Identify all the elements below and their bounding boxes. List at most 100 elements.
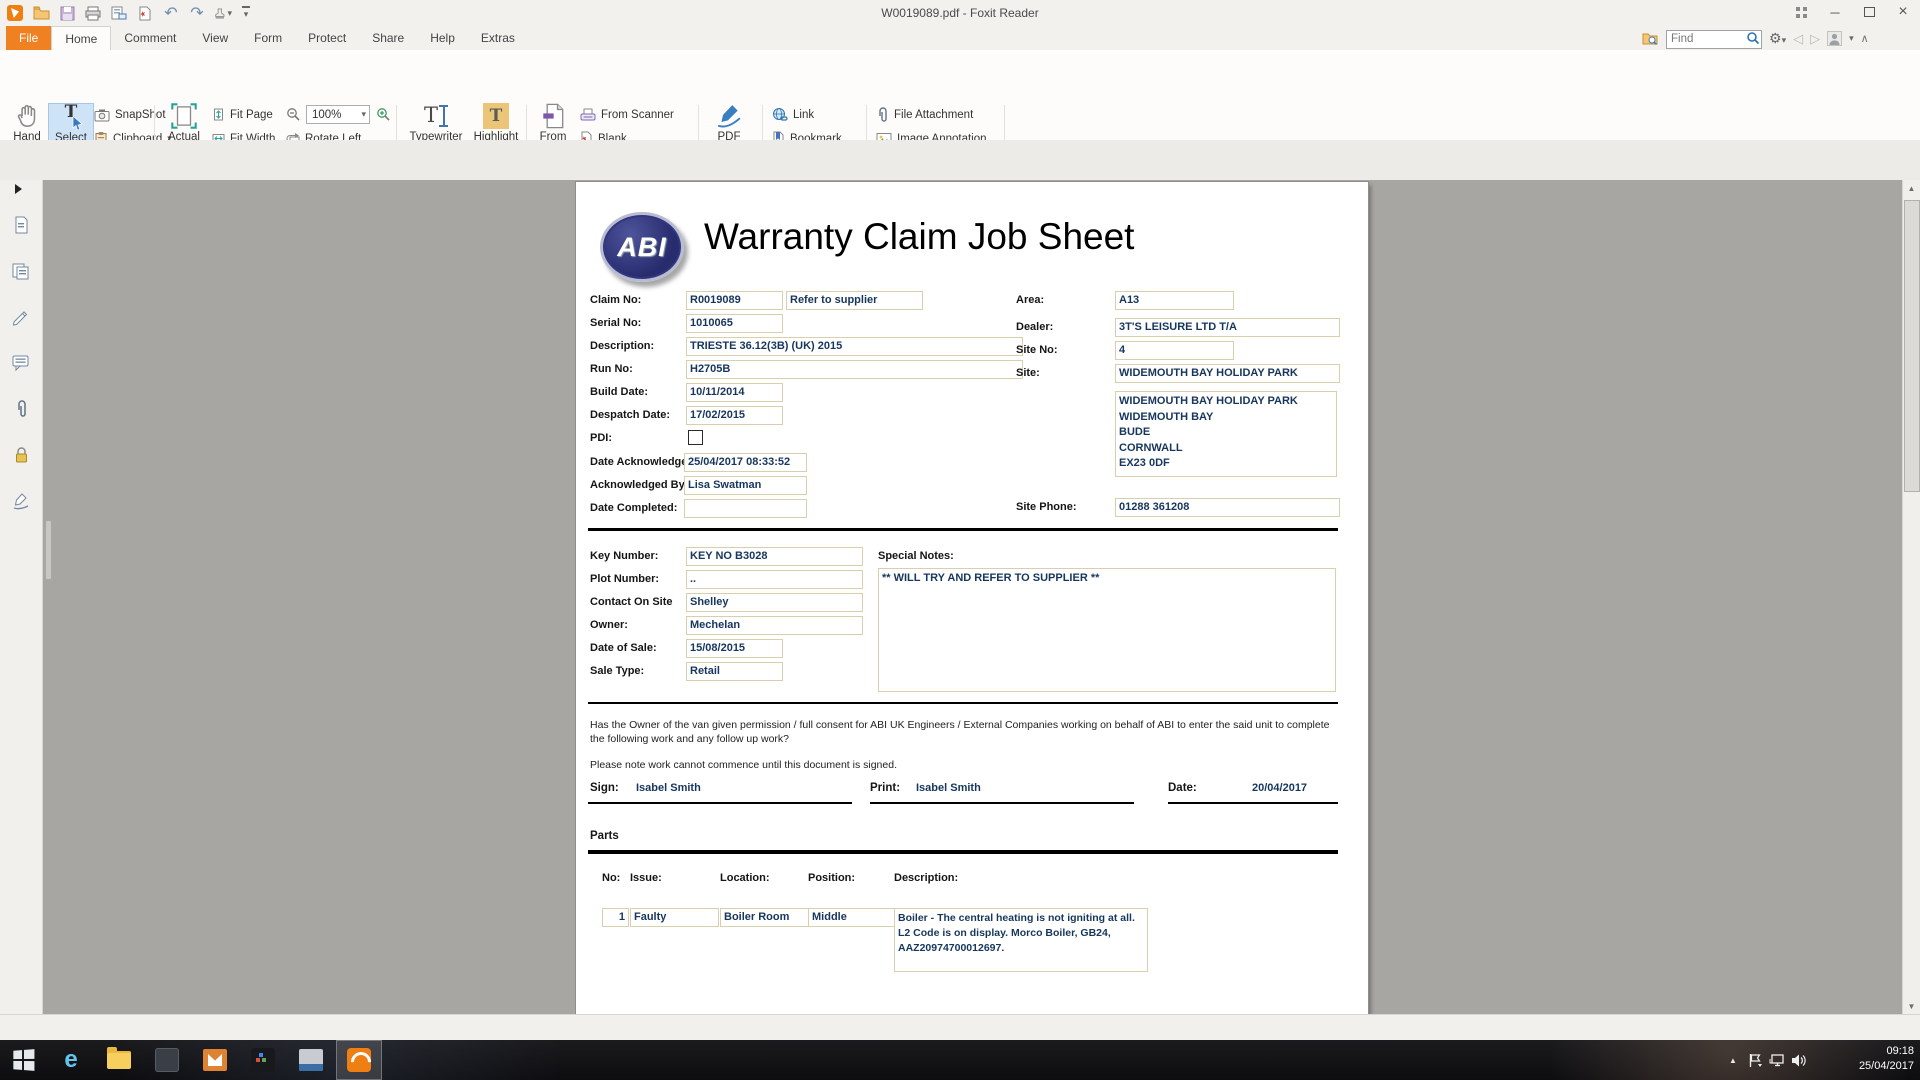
ribbon: Hand T Select ▾ SnapShot Clipboard ▾ Too… (0, 50, 1920, 141)
bookmarks-panel-icon[interactable] (10, 260, 32, 282)
zoom-dropdown-icon[interactable]: ▾ (361, 109, 366, 120)
history-forward-icon[interactable]: ▷ (1810, 31, 1820, 47)
tab-help[interactable]: Help (417, 26, 468, 50)
date-label: Date: (1168, 782, 1197, 794)
close-button[interactable]: × (1886, 0, 1920, 24)
taskbar-app-3[interactable] (288, 1040, 334, 1080)
network-icon[interactable] (1766, 1049, 1788, 1071)
date-completed-field[interactable] (684, 499, 807, 518)
scroll-up-icon[interactable]: ▲ (1903, 180, 1920, 196)
page-thumbnails-icon[interactable] (10, 214, 32, 236)
print-value[interactable]: Isabel Smith (916, 782, 981, 794)
signature-panel-icon[interactable] (10, 490, 32, 512)
file-attachment-button[interactable]: File Attachment (876, 105, 973, 124)
dealer-field[interactable]: 3T'S LEISURE LTD T/A (1115, 318, 1340, 337)
part-no-field[interactable]: 1 (602, 908, 629, 927)
comments-panel-icon[interactable] (10, 352, 32, 374)
owner-field[interactable]: Mechelan (686, 616, 863, 635)
taskbar-file-explorer[interactable] (96, 1040, 142, 1080)
gear-icon[interactable]: ⚙▾ (1769, 30, 1786, 47)
show-hidden-icons[interactable]: ▲ (1722, 1049, 1744, 1071)
site-field[interactable]: WIDEMOUTH BAY HOLIDAY PARK (1115, 364, 1340, 383)
panel-resize-grip[interactable] (45, 520, 52, 580)
claim-note-field[interactable]: Refer to supplier (786, 291, 923, 310)
site-phone-field[interactable]: 01288 361208 (1115, 498, 1340, 517)
build-date-field[interactable]: 10/11/2014 (686, 383, 783, 402)
contact-on-site-field[interactable]: Shelley (686, 593, 863, 612)
minimize-button[interactable]: ─ (1818, 0, 1852, 24)
link-button[interactable]: Link (772, 105, 814, 124)
search-icon[interactable] (1746, 31, 1760, 45)
hand-button[interactable]: Hand (8, 103, 46, 143)
taskbar-internet-explorer[interactable]: e (48, 1040, 94, 1080)
sale-type-field[interactable]: Retail (686, 662, 783, 681)
vertical-scrollbar[interactable]: ▲ ▼ (1902, 180, 1920, 1014)
pdi-checkbox[interactable] (688, 430, 703, 445)
tab-extras[interactable]: Extras (468, 26, 528, 50)
tab-file[interactable]: File (6, 26, 51, 50)
highlight-icon: T (483, 103, 509, 129)
search-folder-icon[interactable] (1642, 31, 1659, 46)
attachments-panel-icon[interactable] (10, 398, 32, 420)
serial-no-field[interactable]: 1010065 (686, 314, 783, 333)
site-no-field[interactable]: 4 (1115, 341, 1234, 360)
part-description-field[interactable]: Boiler - The central heating is not igni… (894, 908, 1148, 972)
tab-home[interactable]: Home (51, 26, 111, 50)
volume-icon[interactable] (1788, 1049, 1810, 1071)
acknowledged-by-field[interactable]: Lisa Swatman (684, 476, 807, 495)
security-panel-icon[interactable] (10, 444, 32, 466)
description-field[interactable]: TRIESTE 36.12(3B) (UK) 2015 (686, 337, 1023, 356)
scrollbar-thumb[interactable] (1904, 200, 1920, 492)
collapse-ribbon-icon[interactable]: ∧ (1861, 32, 1869, 45)
section-divider (588, 702, 1338, 704)
zoom-level-combobox[interactable]: 100% ▾ (306, 105, 370, 124)
taskbar-app-1[interactable] (144, 1040, 190, 1080)
sign-value[interactable]: Isabel Smith (636, 782, 701, 794)
tab-form[interactable]: Form (241, 26, 295, 50)
action-center-flag-icon[interactable] (1744, 1049, 1766, 1071)
part-issue-field[interactable]: Faulty (630, 908, 719, 927)
paperclip-icon (876, 107, 889, 123)
claim-no-field[interactable]: R0019089 (686, 291, 783, 310)
plot-number-field[interactable]: .. (686, 570, 863, 589)
highlight-button[interactable]: T Highlight (472, 103, 520, 143)
key-number-field[interactable]: KEY NO B3028 (686, 547, 863, 566)
restore-button[interactable] (1852, 0, 1886, 24)
date-acknowledged-field[interactable]: 25/04/2017 08:33:52 (684, 453, 807, 472)
area-field[interactable]: A13 (1115, 291, 1234, 310)
document-title: Warranty Claim Job Sheet (704, 216, 1134, 258)
typewriter-button[interactable]: T Typewriter (406, 103, 466, 143)
taskbar-outlook[interactable] (192, 1040, 238, 1080)
taskbar-foxit-reader[interactable] (336, 1040, 382, 1080)
despatch-date-field[interactable]: 17/02/2015 (686, 406, 783, 425)
tab-share[interactable]: Share (359, 26, 417, 50)
date-value[interactable]: 20/04/2017 (1252, 782, 1307, 794)
tab-protect[interactable]: Protect (295, 26, 359, 50)
site-address-field[interactable]: WIDEMOUTH BAY HOLIDAY PARK WIDEMOUTH BAY… (1115, 391, 1337, 477)
user-dropdown-icon[interactable]: ▾ (1849, 33, 1854, 44)
date-of-sale-field[interactable]: 15/08/2015 (686, 639, 783, 658)
history-back-icon[interactable]: ◁ (1793, 31, 1803, 47)
start-button[interactable] (0, 1040, 46, 1080)
expand-panel-icon[interactable] (15, 184, 22, 194)
run-no-field[interactable]: H2705B (686, 360, 1023, 379)
special-notes-field[interactable]: ** WILL TRY AND REFER TO SUPPLIER ** (878, 568, 1336, 692)
tab-view[interactable]: View (189, 26, 241, 50)
zoom-out-button[interactable] (286, 105, 301, 124)
gallery-icon[interactable] (1784, 0, 1818, 24)
date-acknowledged-label: Date Acknowledged: (590, 456, 698, 468)
app-icon (155, 1048, 179, 1072)
zoom-in-button[interactable] (376, 105, 391, 124)
taskbar-app-2[interactable] (240, 1040, 286, 1080)
annotations-panel-icon[interactable] (10, 306, 32, 328)
taskbar-clock[interactable]: 09:18 25/04/2017 (1826, 1044, 1920, 1074)
scroll-down-icon[interactable]: ▼ (1903, 998, 1920, 1014)
fit-page-button[interactable]: Fit Page (212, 105, 273, 124)
part-location-field[interactable]: Boiler Room (720, 908, 809, 927)
sign-label: Sign: (590, 782, 619, 794)
user-avatar-icon[interactable] (1827, 31, 1842, 46)
part-position-field[interactable]: Middle (808, 908, 897, 927)
tab-comment[interactable]: Comment (111, 26, 189, 50)
from-scanner-button[interactable]: From Scanner (580, 105, 674, 124)
sale-type-label: Sale Type: (590, 665, 644, 677)
